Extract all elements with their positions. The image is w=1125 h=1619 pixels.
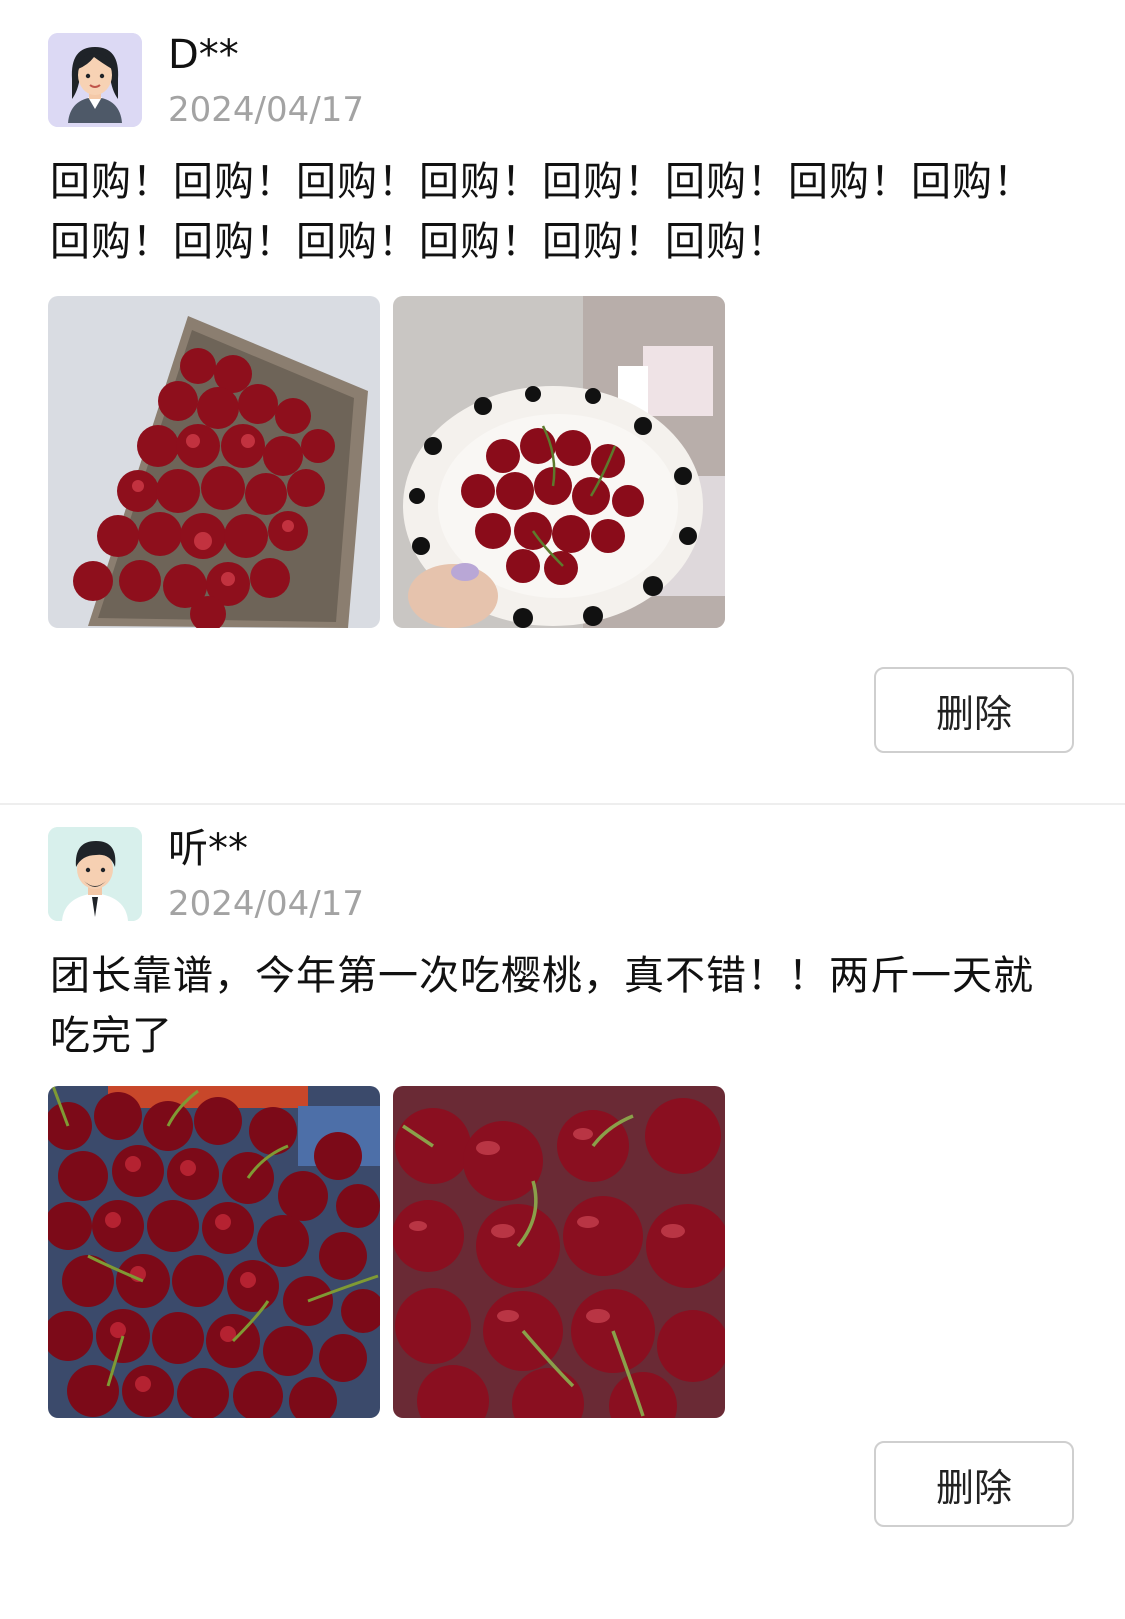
cherry-closeup-photo[interactable] (393, 1086, 725, 1418)
cherries-in-polka-dot-bowl-photo[interactable] (393, 296, 725, 628)
review-date: 2024/04/17 (168, 884, 364, 924)
review-text: 回购！回购！回购！回购！回购！回购！回购！回购！回购！回购！回购！回购！回购！回… (50, 159, 1034, 265)
male-avatar-icon[interactable] (48, 827, 142, 921)
reviewer-name: D** (168, 32, 239, 78)
female-avatar-icon[interactable] (48, 33, 142, 127)
cherries-in-tray-photo[interactable] (48, 296, 380, 628)
review-date: 2024/04/17 (168, 90, 364, 130)
delete-button[interactable]: 删除 (874, 1441, 1074, 1527)
review-text: 团长靠谱，今年第一次吃樱桃，真不错！！两斤一天就吃完了 (50, 953, 1034, 1059)
reviewer-name: 听** (168, 826, 248, 872)
delete-button[interactable]: 删除 (874, 667, 1074, 753)
divider (0, 803, 1125, 805)
review-card: D** 2024/04/17 回购！回购！回购！回购！回购！回购！回购！回购！回… (0, 0, 1125, 805)
cherry-pile-photo[interactable] (48, 1086, 380, 1418)
review-card: 听** 2024/04/17 团长靠谱，今年第一次吃樱桃，真不错！！两斤一天就吃… (0, 820, 1125, 1619)
